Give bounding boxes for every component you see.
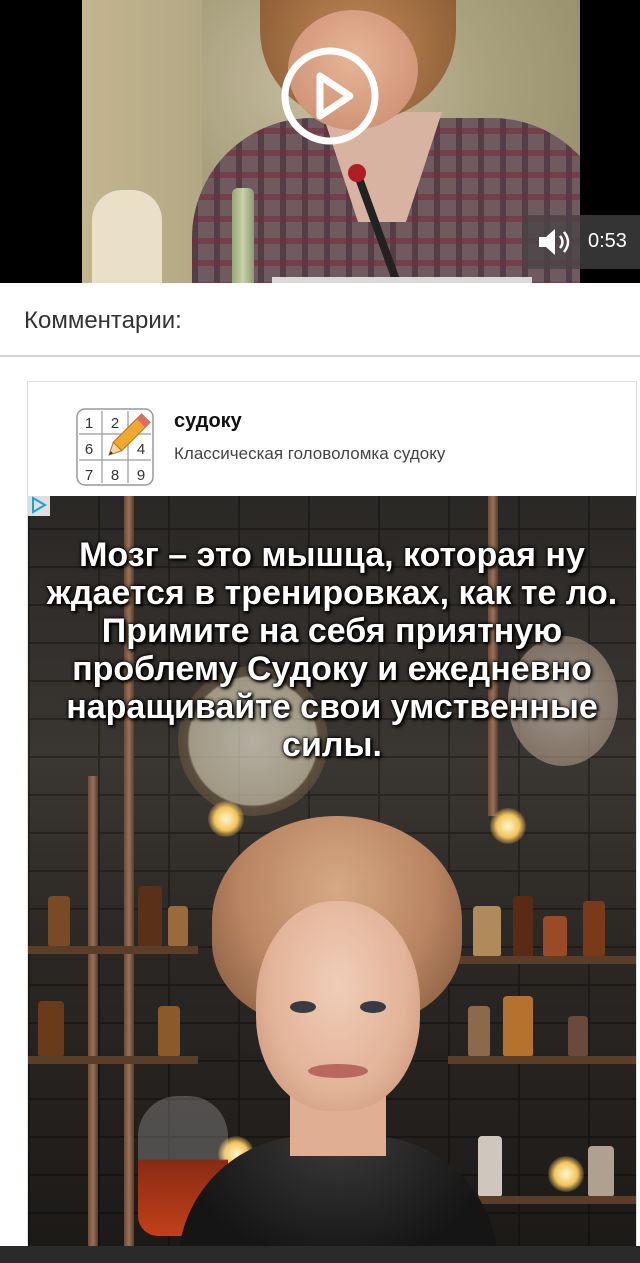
jar <box>168 906 188 946</box>
jar <box>473 906 501 956</box>
shelf <box>28 1056 198 1064</box>
sudoku-digit: 1 <box>85 415 93 432</box>
sudoku-pencil-icon[interactable]: 1 2 6 4 7 8 9 <box>76 408 154 486</box>
comments-heading: Комментарии: <box>24 307 182 334</box>
sudoku-digit: 2 <box>111 415 119 432</box>
portrait-eye <box>360 1001 386 1013</box>
jar <box>503 996 533 1056</box>
jar <box>568 1016 588 1056</box>
shelf <box>448 1056 636 1064</box>
jar <box>583 901 605 956</box>
jar <box>478 1136 502 1196</box>
sudoku-digit: 6 <box>85 441 93 458</box>
jar <box>38 1001 64 1056</box>
video-bottom-strip <box>272 277 532 283</box>
ad-card[interactable]: 1 2 6 4 7 8 9 судоку Классическая голово… <box>27 381 637 1253</box>
play-circle-icon[interactable] <box>280 46 380 146</box>
shelf <box>458 956 636 964</box>
video-player[interactable]: 0:53 <box>0 0 640 283</box>
jar <box>513 896 533 956</box>
jar <box>468 1006 490 1056</box>
ad-choices-icon[interactable] <box>28 494 50 516</box>
jar <box>588 1146 614 1196</box>
volume-duration-box: 0:53 <box>522 215 640 269</box>
jar <box>158 1006 180 1056</box>
bottom-system-bar <box>0 1246 640 1263</box>
portrait-mouth <box>308 1064 368 1078</box>
video-duration: 0:53 <box>588 230 627 252</box>
pipe <box>88 776 98 1252</box>
jar <box>543 916 567 956</box>
ad-image-text: Мозг – это мышца, которая ну ждается в т… <box>46 536 618 764</box>
sudoku-digit: 8 <box>111 467 119 484</box>
sudoku-digit: 9 <box>137 467 145 484</box>
video-bottle <box>232 188 254 283</box>
sudoku-digit: 7 <box>85 467 93 484</box>
comments-divider <box>0 355 640 357</box>
light-bulb <box>490 808 526 844</box>
light-bulb <box>208 801 244 837</box>
ad-app-description: Классическая головоломка судоку <box>174 444 446 463</box>
video-chair <box>92 190 162 283</box>
jar <box>48 896 70 946</box>
shelf <box>28 946 198 954</box>
portrait-face <box>256 901 420 1111</box>
portrait-eye <box>290 1001 316 1013</box>
sudoku-digit: 4 <box>137 441 145 458</box>
ad-app-name[interactable]: судоку <box>174 410 242 433</box>
ad-image[interactable]: Мозг – это мышца, которая ну ждается в т… <box>28 496 636 1252</box>
jar <box>138 886 162 946</box>
speaker-volume-icon[interactable] <box>536 226 576 258</box>
video-microphone-head <box>348 164 366 182</box>
light-bulb <box>548 1156 584 1192</box>
